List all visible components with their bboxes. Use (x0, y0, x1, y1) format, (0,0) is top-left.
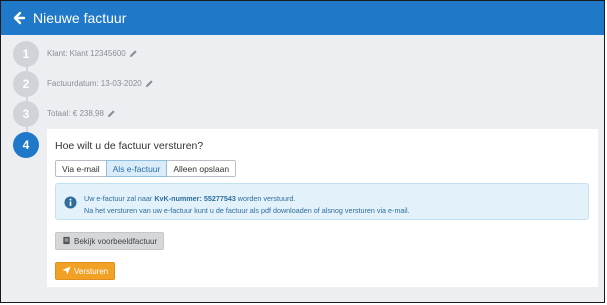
preview-invoice-button[interactable]: Bekijk voorbeeldfactuur (55, 232, 165, 250)
step-number-4: 4 (13, 132, 39, 158)
step-number-3: 3 (13, 101, 39, 127)
step-3-row[interactable]: Totaal: € 238,98 (47, 109, 116, 118)
option-als-efactuur[interactable]: Als e-factuur (105, 160, 168, 177)
info-icon (64, 196, 77, 209)
step-number-1: 1 (13, 41, 39, 67)
pencil-icon[interactable] (107, 109, 116, 118)
info-line-1-suffix: worden verstuurd. (235, 194, 296, 203)
arrow-left-icon[interactable] (11, 10, 27, 26)
pencil-icon[interactable] (145, 79, 154, 88)
step-1-text: Klant: Klant 12345600 (47, 49, 126, 58)
step-2-text: Factuurdatum: 13-03-2020 (47, 79, 142, 88)
send-label: Versturen (74, 266, 109, 276)
step-2-row[interactable]: Factuurdatum: 13-03-2020 (47, 79, 154, 88)
info-line-1-prefix: Uw e-factuur zal naar (84, 194, 155, 203)
option-via-email[interactable]: Via e-mail (55, 160, 107, 177)
option-alleen-opslaan[interactable]: Alleen opslaan (166, 160, 237, 177)
send-method-panel: Hoe wilt u de factuur versturen? Via e-m… (47, 129, 598, 287)
header-bar: Nieuwe factuur (1, 1, 604, 35)
send-question: Hoe wilt u de factuur versturen? (55, 140, 204, 152)
preview-invoice-label: Bekijk voorbeeldfactuur (74, 236, 158, 246)
info-alert: Uw e-factuur zal naar KvK-nummer: 552775… (55, 183, 589, 220)
page-title: Nieuwe factuur (33, 10, 127, 26)
kvk-number: KvK-nummer: 55277543 (154, 194, 236, 203)
app-window: Nieuwe factuur 1 Klant: Klant 12345600 2… (0, 0, 605, 303)
step-number-2: 2 (13, 71, 39, 97)
info-line-2: Na het versturen van uw e-factuur kunt u… (84, 206, 410, 215)
step-3-text: Totaal: € 238,98 (47, 109, 104, 118)
info-line-1: Uw e-factuur zal naar KvK-nummer: 552775… (84, 194, 295, 203)
paper-plane-icon (62, 265, 71, 277)
send-button[interactable]: Versturen (55, 262, 116, 280)
document-icon (62, 236, 71, 247)
step-1-row[interactable]: Klant: Klant 12345600 (47, 49, 138, 58)
pencil-icon[interactable] (129, 49, 138, 58)
send-method-selector: Via e-mail Als e-factuur Alleen opslaan (55, 160, 237, 177)
